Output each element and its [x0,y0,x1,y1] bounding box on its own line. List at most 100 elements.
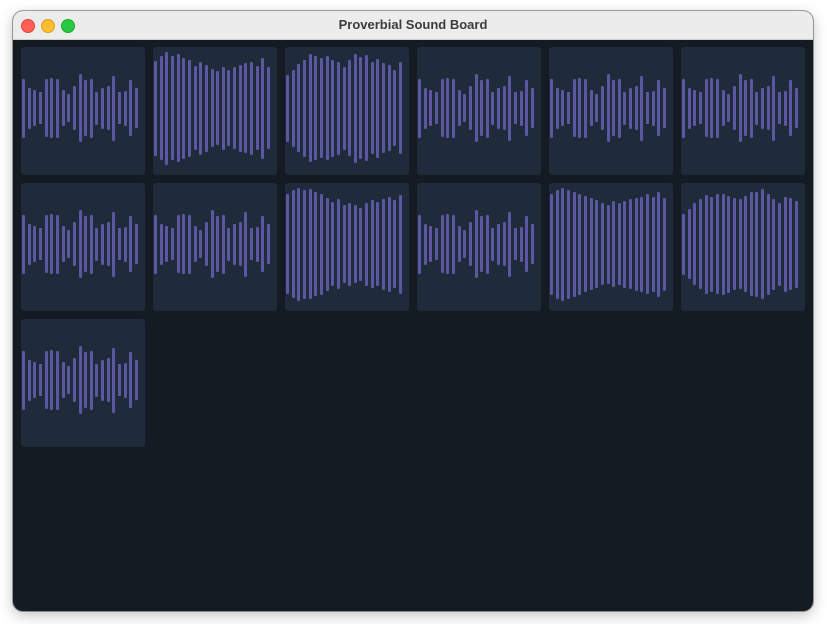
waveform-bar [182,58,185,159]
waveform-bar [486,215,489,274]
waveform-bar [337,62,340,155]
waveform-bar [292,70,295,147]
waveform-bar [463,94,466,122]
waveform-bar [635,86,638,130]
waveform-bar [62,362,65,398]
waveform-bar [480,80,483,136]
waveform-bar [556,88,559,129]
waveform-bar [297,64,300,152]
waveform-bar [67,366,70,394]
waveform-bar [497,88,500,129]
sound-tile[interactable] [417,47,541,175]
waveform-bar [750,192,753,296]
waveform-bar [124,363,127,398]
waveform-bar [182,214,185,274]
waveform-bar [107,86,110,130]
waveform-bar [424,88,427,129]
waveform-bar [446,78,449,138]
waveform-bar [722,194,725,295]
waveform-bar [28,360,31,401]
waveform-bar [73,358,76,402]
waveform-bar [343,67,346,150]
sound-tile[interactable] [21,183,145,311]
waveform-bar [365,55,368,161]
waveform-bar [441,215,444,273]
waveform-bar [112,76,115,141]
waveform-bar [452,215,455,274]
waveform-bar [567,190,570,299]
waveform-bar [635,198,638,291]
waveform-bar [45,79,48,137]
waveform-bar [784,91,787,126]
waveform-bar [314,56,317,160]
waveform-bar [33,362,36,398]
waveform-bar [778,92,781,124]
waveform-bar [531,88,534,128]
sound-tile[interactable] [681,47,805,175]
waveform-bar [652,197,655,292]
waveform-bar [194,66,197,150]
waveform-bar [171,228,174,260]
waveform-bar [303,190,306,299]
waveform-bar [772,199,775,290]
waveform-bar [795,88,798,128]
waveform-bar [371,200,374,288]
waveform-bar [124,91,127,126]
waveform-bar [578,194,581,295]
sound-tile[interactable] [285,47,409,175]
waveform-bar [90,351,93,410]
waveform-bar [399,62,402,154]
sound-tile[interactable] [153,183,277,311]
waveform-bar [463,230,466,258]
sound-tile[interactable] [549,47,673,175]
waveform-bar [629,199,632,289]
waveform-bar [118,364,121,396]
waveform-bar [160,224,163,265]
waveform-bar [491,228,494,261]
waveform-bar [382,199,385,290]
waveform-bar [657,192,660,297]
waveform-bar [297,188,300,301]
waveform-bar [359,57,362,159]
waveform-bar [256,227,259,262]
waveform-bar [761,88,764,129]
waveform-bar [165,52,168,165]
waveform-bar [233,67,236,149]
sound-tile[interactable] [681,183,805,311]
sound-tile[interactable] [21,47,145,175]
waveform-bar [39,364,42,396]
waveform-bar [520,227,523,262]
waveform-bar [550,79,553,138]
waveform-bar [326,198,329,291]
waveform-bar [33,90,36,126]
waveform-bar [188,60,191,157]
waveform-bar [199,230,202,258]
waveform-bar [112,348,115,413]
waveform-bar [750,79,753,138]
waveform-bar [354,205,357,283]
waveform-bar [424,224,427,265]
waveform-bar [561,90,564,126]
waveform-bar [682,79,685,138]
waveform-bar [584,79,587,138]
waveform-bar [244,212,247,277]
waveform-bar [62,226,65,262]
sound-tile[interactable] [285,183,409,311]
sound-tile[interactable] [549,183,673,311]
waveform-bar [160,56,163,160]
waveform-bar [286,194,289,294]
waveform-bar [211,210,214,278]
sound-tile[interactable] [153,47,277,175]
sound-tile[interactable] [417,183,541,311]
waveform-bar [292,190,295,298]
waveform-bar [441,79,444,137]
waveform-bar [623,201,626,288]
waveform-bar [286,75,289,142]
waveform-bar [573,192,576,297]
waveform-bar [795,201,798,288]
waveform-bar [778,203,781,286]
waveform-bar [239,222,242,266]
waveform-bar [595,94,598,122]
waveform-bar [435,228,438,260]
sound-tile[interactable] [21,319,145,447]
